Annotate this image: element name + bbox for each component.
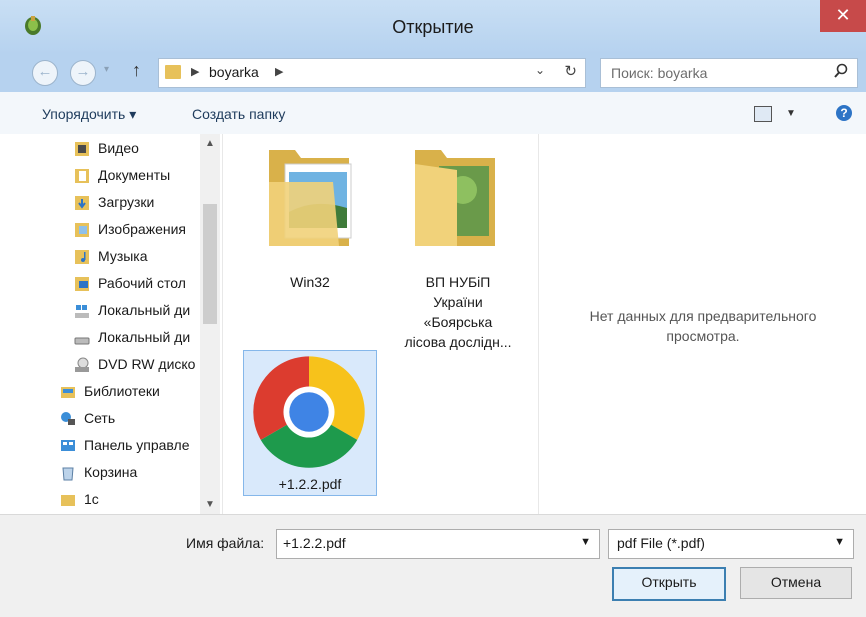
navigation-pane: Видео Документы Загрузки Изображения Муз…	[0, 134, 222, 514]
filename-input[interactable]: +1.2.2.pdf ▼	[276, 529, 600, 559]
sidebar-item-label: Рабочий стол	[98, 275, 186, 291]
sidebar-item-label: Видео	[98, 140, 139, 156]
recent-locations-dropdown[interactable]: ▾	[104, 64, 109, 75]
folder-with-image-icon	[269, 150, 352, 246]
preview-pane: Нет данных для предварительного просмотр…	[538, 134, 866, 514]
sidebar-item-label: Изображения	[98, 221, 186, 237]
breadcrumb-boyarka[interactable]: boyarka	[209, 64, 259, 80]
chrome-icon	[253, 356, 365, 468]
local-disk-icon	[74, 303, 90, 319]
file-item-win32[interactable]: Win32	[243, 140, 377, 290]
sidebar-item-label: Библиотеки	[84, 383, 160, 399]
sidebar-item-label: Локальный ди	[98, 302, 191, 318]
search-box[interactable]: Поиск: boyarka	[600, 58, 858, 88]
forward-button[interactable]: →	[70, 60, 96, 86]
filename-label: Имя файла:	[186, 535, 265, 551]
file-name-line: «Боярська	[423, 314, 493, 330]
dialog-title: Открытие	[392, 17, 474, 37]
chevron-right-icon[interactable]: ▶	[275, 65, 283, 78]
scrollbar-thumb[interactable]	[203, 204, 217, 324]
chevron-down-icon[interactable]: ▼	[205, 499, 215, 510]
sidebar-item-label: Локальный ди	[98, 329, 191, 345]
open-file-dialog: Открытие ✕ ← → ▾ ↑ ▶ boyarka ▶ ⌄ ↻ Поиск…	[0, 0, 866, 617]
file-name: Win32	[290, 274, 330, 290]
help-icon[interactable]: ?	[836, 105, 852, 121]
chevron-right-icon[interactable]: ▶	[191, 65, 199, 78]
pictures-folder-icon	[74, 222, 90, 238]
address-dropdown-icon[interactable]: ⌄	[535, 63, 545, 77]
sidebar-item-label: Загрузки	[98, 194, 155, 210]
preview-message: Нет данных для предварительного просмотр…	[589, 308, 817, 344]
file-list: Win32 ВП НУБіП України «Боярська лісова …	[222, 134, 539, 514]
close-button[interactable]: ✕	[820, 0, 866, 32]
recycle-bin-icon	[60, 465, 76, 481]
dvd-drive-icon	[74, 357, 90, 373]
search-input[interactable]: Поиск: boyarka	[611, 65, 707, 81]
filename-value: +1.2.2.pdf	[283, 535, 346, 551]
music-folder-icon	[74, 249, 90, 265]
downloads-folder-icon	[74, 195, 90, 211]
dialog-footer: Имя файла: +1.2.2.pdf ▼ pdf File (*.pdf)…	[0, 514, 866, 617]
cancel-button[interactable]: Отмена	[740, 567, 852, 599]
control-panel-icon	[60, 438, 76, 454]
sidebar-item-label: DVD RW диско	[98, 356, 196, 372]
sidebar-item-label: Сеть	[84, 410, 116, 426]
chevron-down-icon[interactable]: ▼	[580, 536, 591, 548]
sidebar-item-label: 1с	[84, 491, 99, 507]
filetype-value: pdf File (*.pdf)	[617, 535, 705, 551]
folder-with-photo-icon	[415, 150, 495, 246]
new-folder-button[interactable]: Создать папку	[192, 106, 285, 122]
file-name-line: України	[433, 294, 483, 310]
libraries-icon	[60, 384, 76, 400]
video-folder-icon	[74, 141, 90, 157]
file-item-pdf[interactable]: +1.2.2.pdf	[243, 350, 377, 496]
command-toolbar: Упорядочить ▾ Создать папку	[0, 92, 866, 135]
file-name-line: лісова дослідн...	[404, 334, 512, 350]
network-icon	[60, 411, 76, 427]
organize-button[interactable]: Упорядочить ▾	[42, 106, 136, 123]
back-button[interactable]: ←	[32, 60, 58, 86]
documents-folder-icon	[74, 168, 90, 184]
folder-icon	[165, 65, 181, 79]
up-button[interactable]: ↑	[132, 60, 141, 81]
up-arrow-icon: ↑	[132, 60, 141, 80]
sidebar-item-label: Панель управле	[84, 437, 190, 453]
filetype-select[interactable]: pdf File (*.pdf) ▼	[608, 529, 854, 559]
forward-arrow-icon: →	[75, 63, 91, 80]
sidebar-item-label: Документы	[98, 167, 171, 183]
back-arrow-icon: ←	[37, 63, 53, 80]
search-icon[interactable]	[833, 63, 849, 79]
chevron-up-icon[interactable]: ▲	[205, 138, 215, 149]
title-bar[interactable]: Открытие ✕	[0, 0, 866, 54]
chevron-down-icon[interactable]: ▼	[834, 536, 845, 548]
sidebar-scrollbar[interactable]: ▲ ▼	[200, 134, 220, 514]
sidebar-item-label: Корзина	[84, 464, 138, 480]
navigation-row: ← → ▾ ↑ ▶ boyarka ▶ ⌄ ↻ Поиск: boyarka	[0, 54, 866, 92]
file-name: +1.2.2.pdf	[278, 476, 342, 492]
refresh-button[interactable]: ↻	[564, 62, 577, 80]
view-options-dropdown-icon[interactable]: ▼	[786, 108, 796, 119]
sidebar-item-label: Музыка	[98, 248, 148, 264]
address-bar[interactable]: ▶ boyarka ▶ ⌄ ↻	[158, 58, 586, 88]
file-item-vp-nubip[interactable]: ВП НУБіП України «Боярська лісова дослід…	[391, 140, 525, 350]
local-disk-icon	[74, 330, 90, 346]
open-button[interactable]: Открыть	[612, 567, 726, 601]
close-icon: ✕	[835, 5, 851, 25]
file-name-line: ВП НУБіП	[425, 274, 491, 290]
change-view-icon[interactable]	[754, 106, 772, 122]
folder-icon	[60, 492, 76, 508]
desktop-folder-icon	[74, 276, 90, 292]
